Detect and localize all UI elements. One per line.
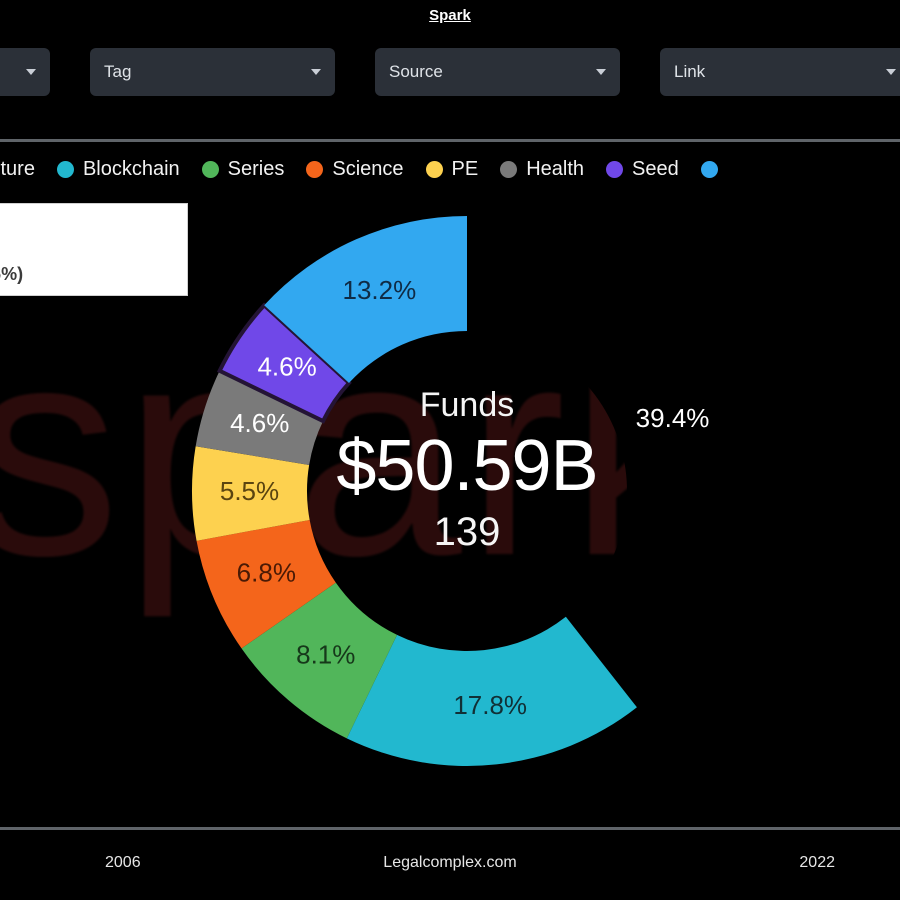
legend-item-label: Venture xyxy=(0,157,35,180)
legend-color-dot xyxy=(425,160,443,178)
filter-dropdown-tag-label: Tag xyxy=(104,62,132,81)
donut-slice-label: 17.8% xyxy=(453,690,527,720)
legend-item-science[interactable]: Science xyxy=(306,157,404,181)
legend-item-venture[interactable]: Venture xyxy=(0,158,35,181)
filter-dropdown-link[interactable]: Link xyxy=(660,48,900,96)
donut-slice-label: 5.5% xyxy=(220,476,279,506)
legend-color-dot xyxy=(700,160,718,178)
filter-toolbar: Tag Source Link xyxy=(0,48,900,96)
chart-tooltip: ,943,300 (4.6%) xyxy=(0,203,188,296)
donut-slice-label: 13.2% xyxy=(343,275,417,305)
legend-item-label: Health xyxy=(526,157,585,180)
chevron-down-icon xyxy=(596,69,606,75)
filter-dropdown-source-label: Source xyxy=(389,62,443,81)
legend-color-dot xyxy=(306,160,324,178)
filter-dropdown-0[interactable] xyxy=(0,48,50,96)
legend-item-label: PE xyxy=(451,157,479,180)
legend-item-label: Blockchain xyxy=(82,157,180,180)
donut-slice-label: 39.4% xyxy=(636,403,710,433)
legend-color-dot xyxy=(500,160,518,178)
donut-slice-label: 4.6% xyxy=(257,352,316,382)
filter-dropdown-source[interactable]: Source xyxy=(375,48,620,96)
chevron-down-icon xyxy=(886,69,896,75)
tooltip-text: ,943,300 (4.6%) xyxy=(0,264,24,284)
footer: 2006 Legalcomplex.com 2022 xyxy=(0,848,900,884)
legend-item-series[interactable]: Series xyxy=(201,157,285,181)
filter-dropdown-link-label: Link xyxy=(674,62,706,81)
legend-color-dot xyxy=(56,160,74,178)
title-bar: Spark xyxy=(0,0,900,30)
footer-year-end: 2022 xyxy=(799,854,835,871)
donut-slice-label: 8.1% xyxy=(296,639,355,669)
donut-slice-label: 6.8% xyxy=(237,558,296,588)
legend-item-pe[interactable]: PE xyxy=(425,157,479,181)
legend-color-dot xyxy=(201,160,219,178)
legend-item-7[interactable] xyxy=(700,160,727,178)
legend-item-label: Series xyxy=(227,157,285,180)
chart-legend: Venture Blockchain Series Science PE Health Se… xyxy=(0,152,900,186)
page-title[interactable]: Spark xyxy=(429,7,471,24)
legend-item-health[interactable]: Health xyxy=(500,158,584,181)
legend-item-label: Science xyxy=(332,157,404,180)
divider-top xyxy=(0,139,900,142)
donut-slice[interactable] xyxy=(467,216,742,708)
chevron-down-icon xyxy=(311,69,321,75)
legend-item-label: Seed xyxy=(632,157,679,180)
footer-source[interactable]: Legalcomplex.com xyxy=(0,854,900,872)
filter-dropdown-tag[interactable]: Tag xyxy=(90,48,335,96)
legend-item-blockchain[interactable]: Blockchain xyxy=(56,157,180,181)
chevron-down-icon xyxy=(26,69,36,75)
donut-slice-label: 4.6% xyxy=(230,408,289,438)
legend-item-seed[interactable]: Seed xyxy=(606,158,679,181)
divider-bottom xyxy=(0,827,900,830)
legend-color-dot xyxy=(606,160,624,178)
